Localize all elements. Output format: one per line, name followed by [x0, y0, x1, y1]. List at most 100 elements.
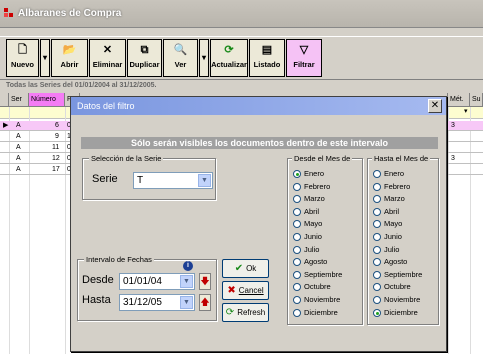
radio-button-icon[interactable]: [373, 220, 381, 229]
radio-button-icon[interactable]: [373, 296, 381, 304]
open-folder-icon: 📂: [62, 44, 77, 56]
radio-button-icon[interactable]: [373, 233, 381, 241]
close-icon[interactable]: ✕: [428, 99, 442, 113]
radio-button-icon[interactable]: [293, 195, 301, 204]
chevron-down-icon[interactable]: ▾: [464, 107, 468, 115]
view-dropdown-button[interactable]: ▾: [199, 39, 209, 77]
cancel-button[interactable]: ✖ Cancel: [222, 281, 269, 300]
desde-date-value: 01/01/04: [123, 276, 162, 287]
radio-button-icon[interactable]: [373, 283, 381, 292]
serie-select[interactable]: T ▼: [133, 172, 213, 189]
serie-label: Serie: [92, 173, 118, 185]
hasta-label: Hasta: [82, 294, 111, 306]
check-icon: ✔: [234, 263, 244, 274]
dialog-titlebar: Datos del filtro ✕: [71, 97, 446, 115]
toolbar: 🗋 Nuevo ▾ 📂 Abrir ✕ Eliminar ⧉ Duplicar …: [0, 36, 483, 80]
ok-button-label: Ok: [246, 264, 257, 273]
current-row-icon: ▶: [3, 122, 9, 129]
hasta-mes-radio-label: Diciembre: [384, 307, 418, 317]
chevron-down-icon[interactable]: ▼: [180, 275, 193, 288]
radio-button-icon[interactable]: [373, 182, 381, 191]
list-report-icon: ▤: [261, 44, 273, 56]
chevron-down-icon[interactable]: ▼: [180, 296, 193, 309]
list-button-label: Listado: [253, 60, 281, 69]
arrow-up-icon[interactable]: 🡅: [199, 294, 211, 311]
desde-mes-radio-label: Julio: [304, 244, 320, 254]
desde-mes-radio-label: Mayo: [304, 219, 323, 229]
radio-button-icon[interactable]: [373, 270, 381, 279]
hasta-mes-radio-label: Septiembre: [384, 269, 423, 279]
radio-button-icon[interactable]: [293, 182, 301, 191]
new-button-label: Nuevo: [11, 60, 34, 69]
list-button[interactable]: ▤ Listado: [249, 39, 285, 77]
hasta-mes-radio-label: Julio: [384, 244, 400, 254]
window-title: Albaranes de Compra: [18, 8, 122, 19]
desde-mes-radio-label: Diciembre: [304, 307, 338, 317]
desde-mes-group: Desde el Mes de Enero Febrero Marzo Abril Ma…: [287, 154, 363, 325]
cell-numero: 17: [52, 166, 60, 173]
radio-button-icon[interactable]: [293, 220, 301, 229]
delete-x-icon: ✕: [102, 44, 113, 56]
chevron-down-icon[interactable]: ▼: [198, 174, 211, 187]
hasta-date-field[interactable]: 31/12/05 ▼: [119, 294, 195, 311]
column-header-su[interactable]: Su: [470, 93, 483, 107]
hasta-mes-radio-label: Mayo: [384, 219, 403, 229]
new-dropdown-button[interactable]: ▾: [40, 39, 50, 77]
radio-button-icon[interactable]: [293, 283, 301, 292]
serie-group: Selección de la Serie Serie T ▼: [82, 154, 216, 200]
open-button[interactable]: 📂 Abrir: [51, 39, 88, 77]
radio-button-icon[interactable]: [293, 308, 301, 317]
filter-dialog: Datos del filtro ✕ Sólo serán visibles l…: [70, 96, 447, 352]
column-header-numero[interactable]: Número: [29, 93, 65, 107]
desde-date-field[interactable]: 01/01/04 ▼: [119, 273, 195, 290]
refresh-button[interactable]: ⟳ Actualizar: [210, 39, 248, 77]
fechas-group: Intervalo de Fechas i Desde 01/01/04 ▼ 🡇…: [77, 255, 217, 321]
hasta-mes-group-label: Hasta el Mes de: [372, 154, 431, 163]
radio-button-icon[interactable]: [293, 207, 301, 216]
column-header-metodo[interactable]: Mét.: [448, 93, 470, 107]
window-titlebar: Albaranes de Compra: [0, 0, 483, 28]
cell-numero: 12: [52, 155, 60, 162]
radio-button-icon[interactable]: [373, 258, 381, 267]
filter-button[interactable]: ▽ Filtrar: [286, 39, 322, 77]
desde-mes-radio-label: Abril: [304, 206, 320, 216]
hasta-mes-radio-label: Octubre: [384, 282, 411, 292]
radio-button-icon[interactable]: [293, 296, 301, 304]
refresh-dialog-button[interactable]: ⟳ Refresh: [222, 303, 269, 322]
desde-mes-radio-label: Agosto: [304, 257, 328, 267]
radio-button-icon[interactable]: [293, 258, 301, 267]
cell-serie: A: [16, 166, 21, 173]
ok-button[interactable]: ✔ Ok: [222, 259, 269, 278]
cell-numero: 9: [55, 133, 59, 140]
column-header-serie[interactable]: Ser: [9, 93, 29, 107]
open-button-label: Abrir: [60, 60, 79, 69]
view-button[interactable]: 🔍 Ver: [163, 39, 198, 77]
radio-button-icon[interactable]: [373, 245, 381, 254]
desde-mes-radio-label: Febrero: [304, 181, 331, 191]
radio-button-icon[interactable]: [293, 170, 301, 178]
radio-button-icon[interactable]: [293, 233, 301, 241]
new-button[interactable]: 🗋 Nuevo: [6, 39, 39, 77]
radio-button-icon[interactable]: [293, 245, 301, 254]
funnel-icon: ▽: [299, 44, 309, 56]
refresh-button-label: Actualizar: [211, 60, 247, 69]
radio-button-icon[interactable]: [373, 207, 381, 216]
info-icon[interactable]: i: [183, 261, 193, 271]
duplicate-button[interactable]: ⧉ Duplicar: [127, 39, 162, 77]
delete-button-label: Eliminar: [92, 60, 123, 69]
delete-button[interactable]: ✕ Eliminar: [89, 39, 126, 77]
cell-metodo: 3: [451, 155, 455, 162]
fechas-group-label: Intervalo de Fechas: [84, 255, 154, 264]
duplicate-icon: ⧉: [140, 44, 149, 56]
cell-numero: 6: [55, 122, 59, 129]
arrow-down-icon[interactable]: 🡇: [199, 273, 211, 290]
radio-button-icon[interactable]: [373, 195, 381, 204]
hasta-mes-radio-label: Marzo: [384, 194, 405, 204]
cell-serie: A: [16, 155, 21, 162]
radio-button-icon[interactable]: [373, 308, 381, 317]
refresh-icon: ⟳: [225, 307, 235, 318]
desde-mes-radio-label: Noviembre: [304, 295, 341, 304]
radio-button-icon[interactable]: [373, 170, 381, 178]
radio-button-icon[interactable]: [293, 270, 301, 279]
cross-icon: ✖: [227, 285, 236, 296]
